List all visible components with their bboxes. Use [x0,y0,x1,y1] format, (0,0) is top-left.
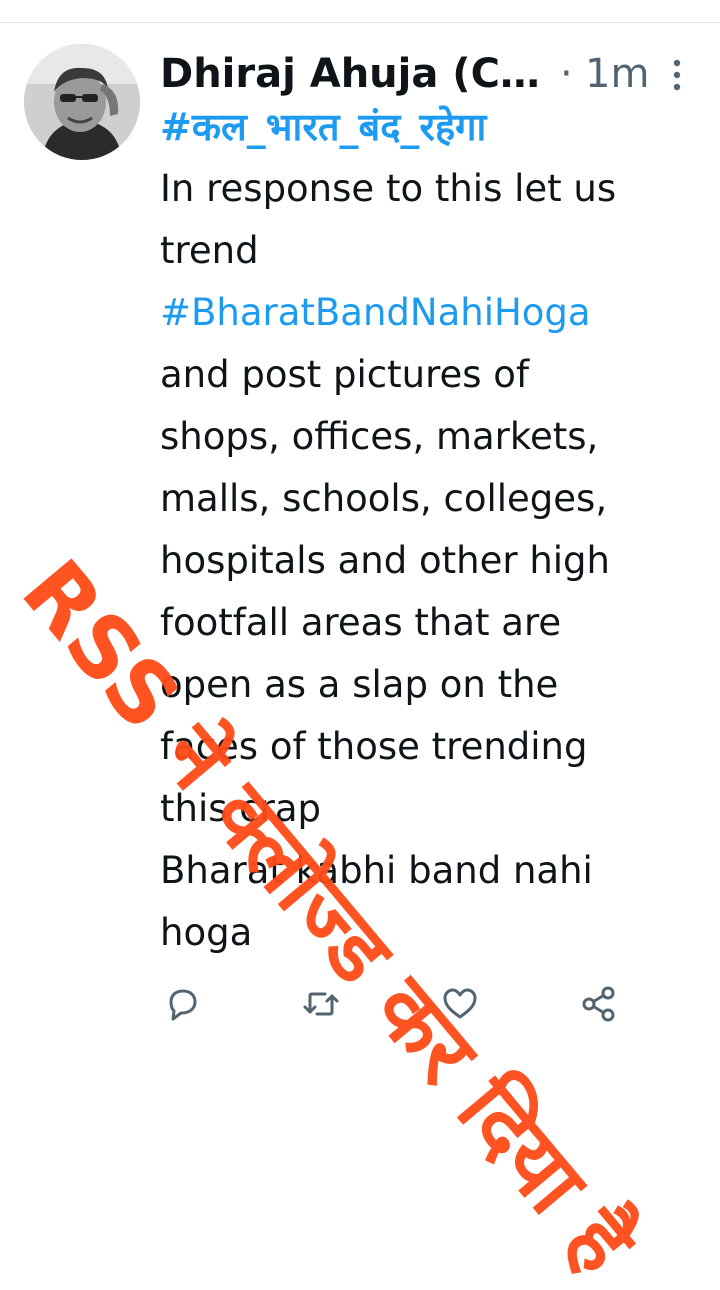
tweet-line: shops, offices, markets, [160,415,599,458]
author-name[interactable]: Dhiraj Ahuja (C… [160,46,550,102]
reply-button[interactable] [163,984,203,1024]
tweet-line: trend [160,229,259,272]
tweet-line: this crap [160,787,321,830]
tweet-line: hospitals and other high [160,539,610,582]
share-button[interactable] [579,984,619,1024]
like-button[interactable] [440,984,480,1024]
reply-icon [169,989,197,1021]
share-icon [582,986,615,1022]
tweet-line: Bharat kabhi band nahi [160,849,593,892]
more-options-icon[interactable] [672,58,682,92]
hashtag-hindi[interactable]: #कल_भारत_बंद_रहेगा [160,96,705,158]
tweet-line: malls, schools, colleges, [160,477,608,520]
hashtag-bharatbandnahihoga[interactable]: #BharatBandNahiHoga [160,282,705,344]
heart-icon [443,988,477,1019]
tweet-line: open as a slap on the [160,663,559,706]
tweet-line: and post pictures of [160,353,529,396]
tweet-line: faces of those trending [160,725,588,768]
tweet-action-bar [160,984,660,1028]
retweet-button[interactable] [301,984,341,1024]
top-divider [0,22,720,23]
avatar[interactable] [24,44,140,160]
tweet-text: #कल_भारत_बंद_रहेगा In response to this l… [160,96,705,964]
time-separator: · [560,51,573,97]
timestamp[interactable]: 1m [585,46,649,102]
tweet-line: hoga [160,911,253,954]
tweet-line: In response to this let us [160,167,617,210]
tweet-line: footfall areas that are [160,601,562,644]
retweet-icon [303,992,339,1016]
